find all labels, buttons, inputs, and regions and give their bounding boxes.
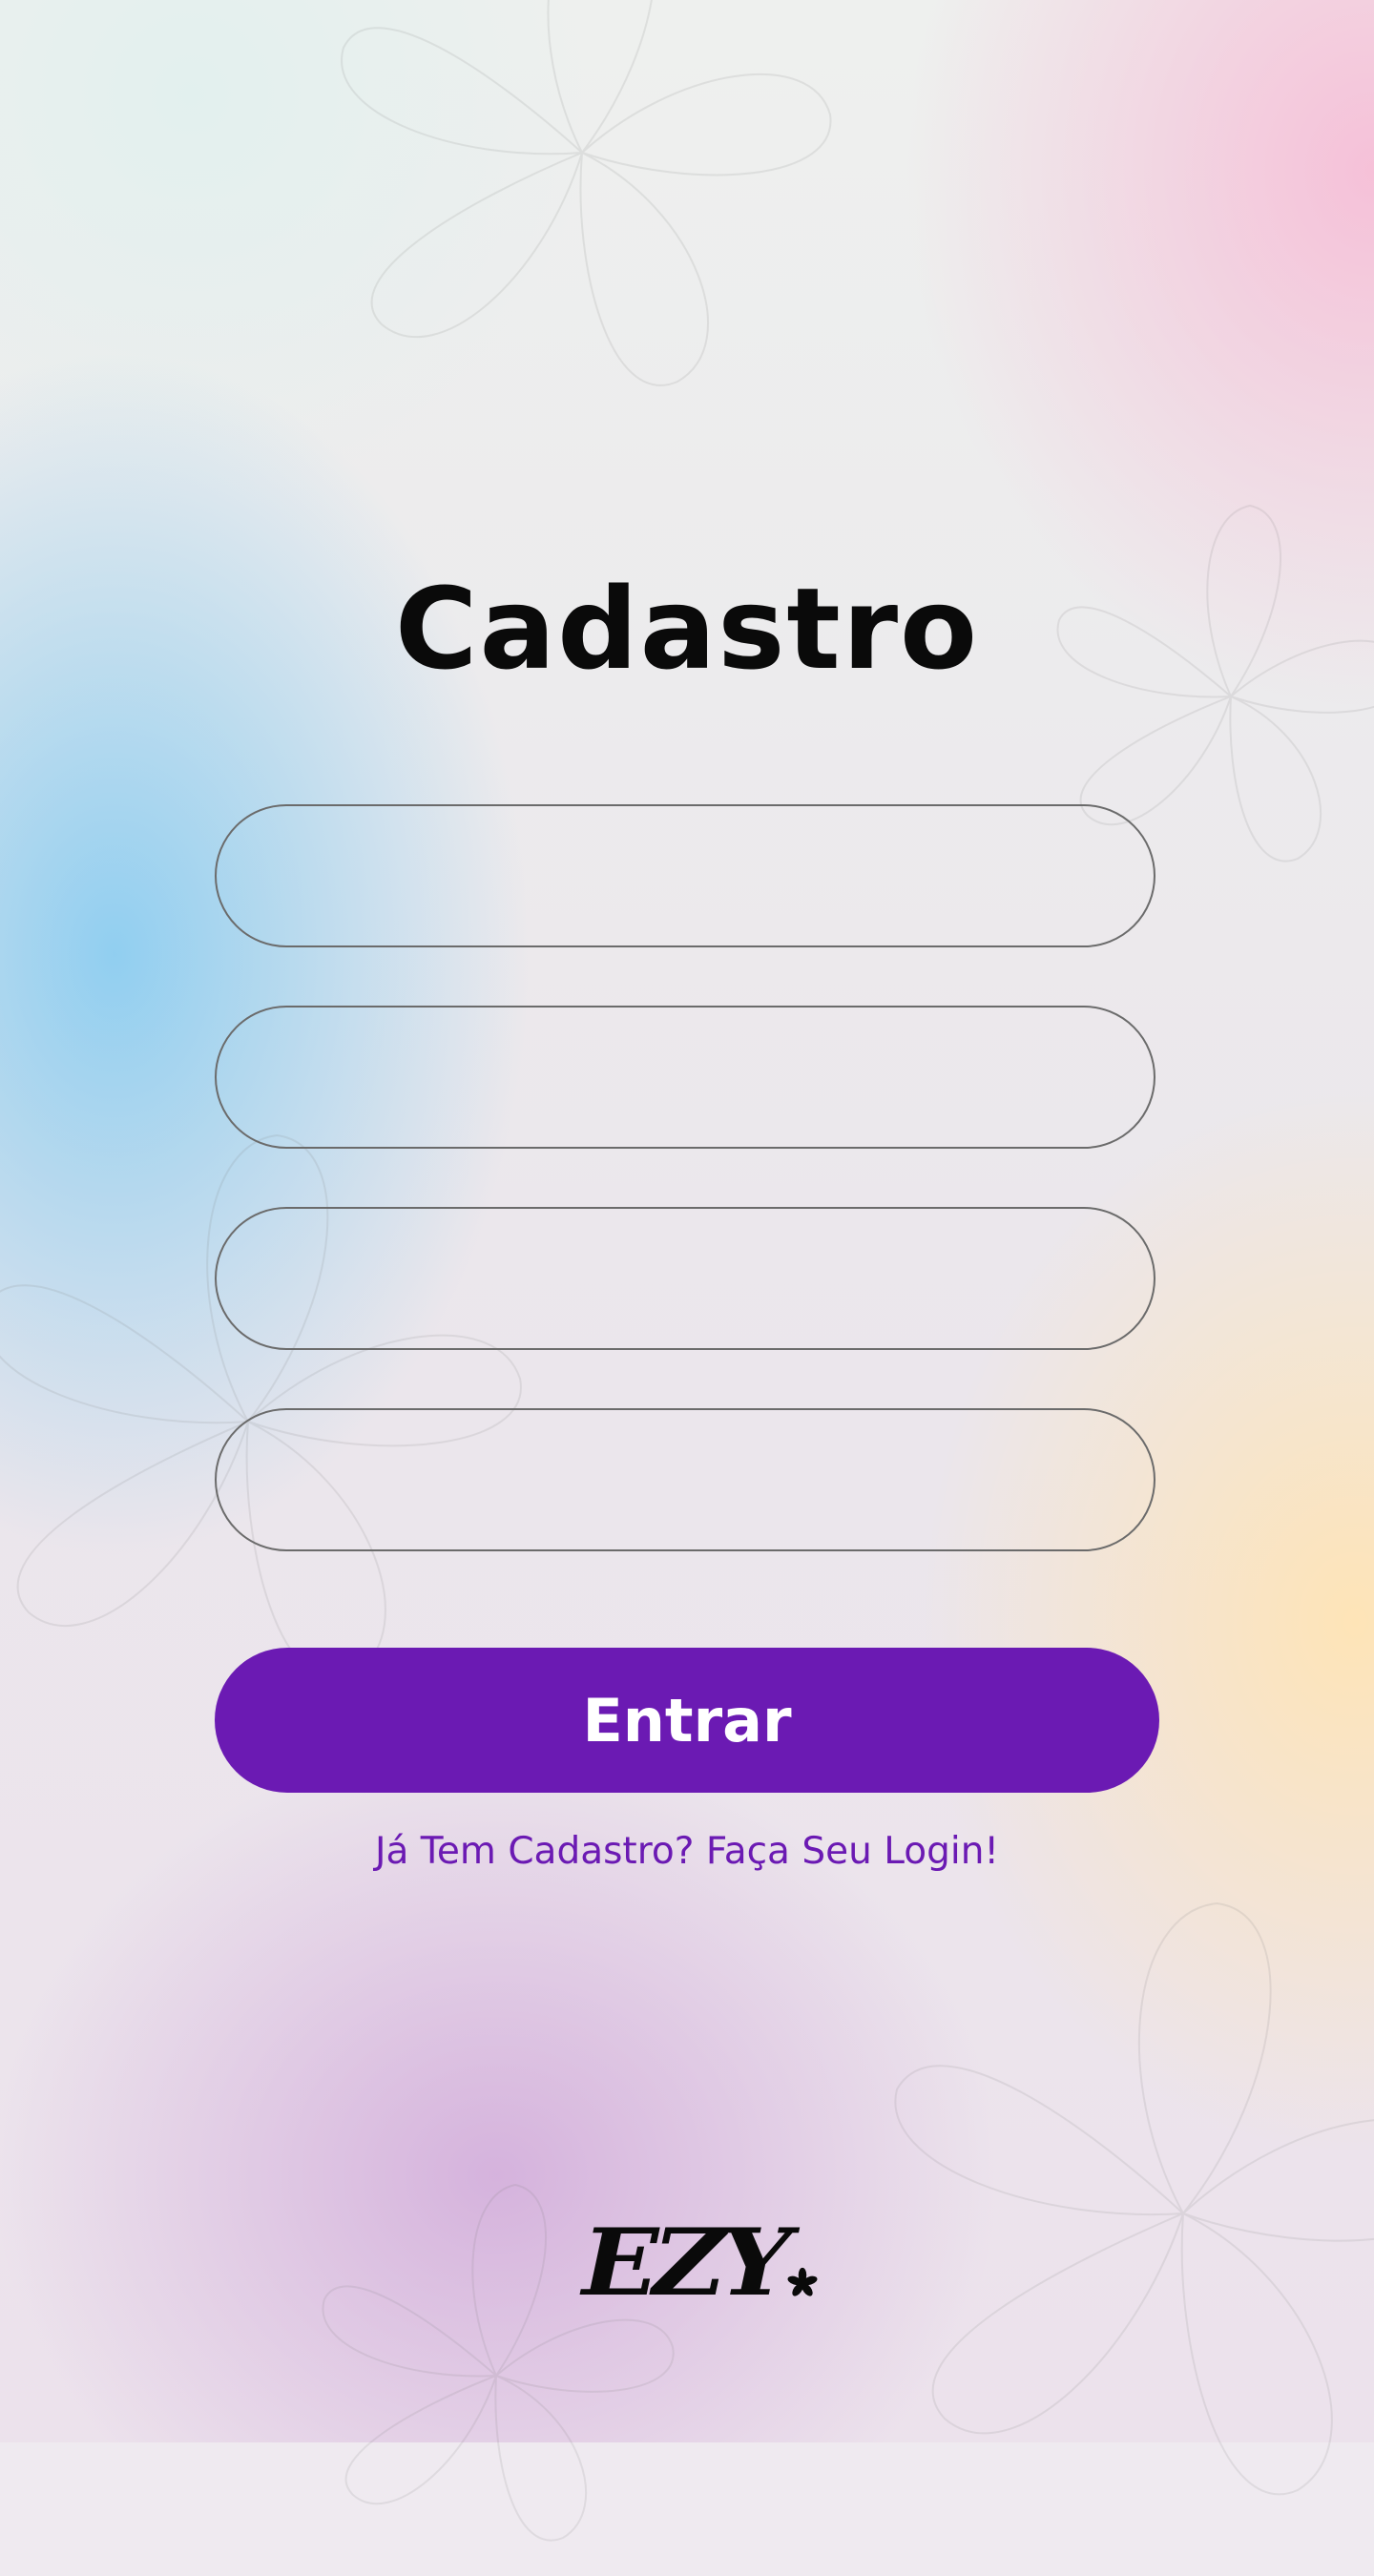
brand-logo: EZY	[582, 2217, 819, 2309]
signup-field-2[interactable]	[215, 1006, 1155, 1149]
signup-field-4[interactable]	[215, 1408, 1155, 1551]
signup-field-3[interactable]	[215, 1207, 1155, 1350]
asterisk-flower-icon	[787, 2267, 818, 2296]
logo-wordmark: EZY	[582, 2209, 792, 2316]
flower-outline-icon	[894, 1901, 1374, 2496]
login-link[interactable]: Já Tem Cadastro? Faça Seu Login!	[0, 1830, 1374, 1873]
signup-field-1[interactable]	[215, 804, 1155, 947]
flower-outline-icon	[341, 0, 832, 386]
page-title: Cadastro	[394, 563, 980, 695]
submit-button[interactable]: Entrar	[215, 1648, 1159, 1793]
